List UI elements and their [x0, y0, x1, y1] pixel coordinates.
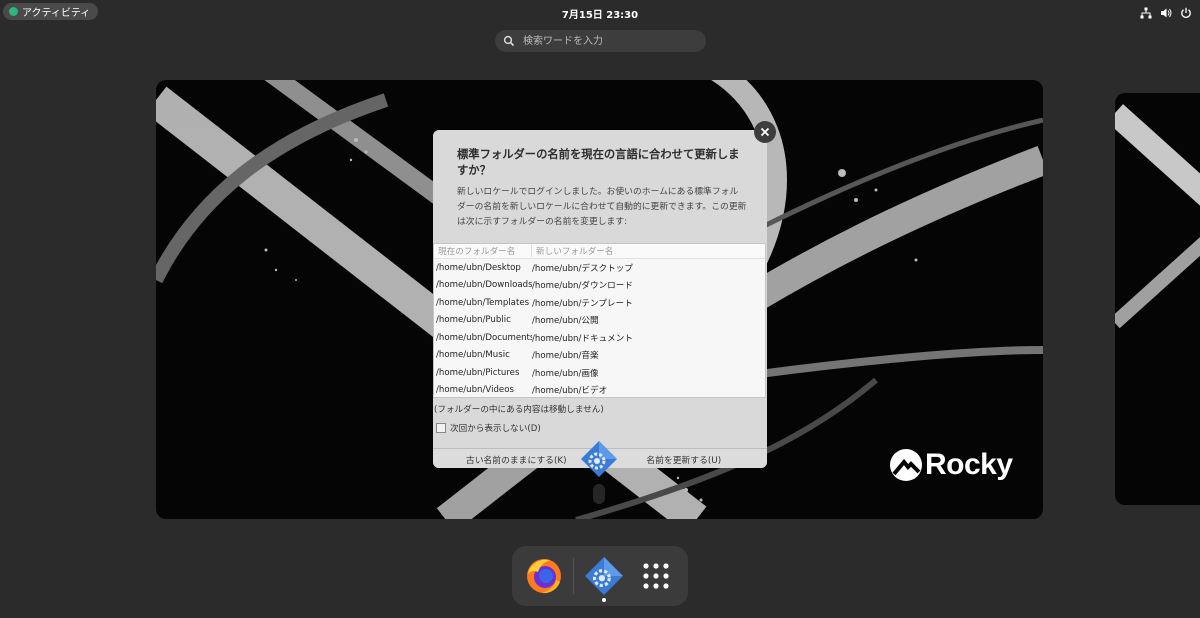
- search-input[interactable]: [521, 34, 695, 48]
- current-folder-cell: /home/ubn/Pictures: [436, 367, 520, 378]
- checkbox-label: 次回から表示しない(D): [450, 424, 541, 434]
- table-row[interactable]: /home/ubn/Public/home/ubn/公開: [434, 312, 765, 330]
- running-indicator: [602, 598, 606, 602]
- table-row[interactable]: /home/ubn/Templates/home/ubn/テンプレート: [434, 294, 765, 312]
- current-folder-cell: /home/ubn/Desktop: [436, 262, 521, 273]
- new-folder-cell: /home/ubn/デスクトップ: [532, 263, 633, 274]
- top-bar: アクティビティ 7月15日 23:30: [0, 0, 1200, 24]
- rename-folders-dialog: 標準フォルダーの名前を現在の言語に合わせて更新しますか？ 新しいロケールでログイ…: [433, 130, 767, 468]
- dont-show-again-checkbox[interactable]: 次回から表示しない(D): [436, 422, 541, 434]
- new-folder-cell: /home/ubn/音楽: [532, 351, 599, 362]
- table-row[interactable]: /home/ubn/Documents/home/ubn/ドキュメント: [434, 329, 765, 347]
- table-row[interactable]: /home/ubn/Videos/home/ubn/ビデオ: [434, 382, 765, 398]
- new-folder-cell: /home/ubn/ドキュメント: [532, 333, 633, 344]
- dialog-body: 新しいロケールでログインしました。お使いのホームにある標準フォルダーの名前を新し…: [457, 187, 747, 227]
- settings-app-badge-icon: [581, 441, 617, 477]
- column-header-new[interactable]: 新しいフォルダー名: [532, 245, 613, 257]
- current-folder-cell: /home/ubn/Documents: [436, 332, 532, 343]
- settings-app-icon[interactable]: [584, 556, 624, 596]
- workspace-thumbnail-next[interactable]: [1115, 93, 1200, 505]
- table-row[interactable]: /home/ubn/Desktop/home/ubn/デスクトップ: [434, 259, 765, 277]
- close-window-button[interactable]: [754, 121, 776, 143]
- firefox-icon[interactable]: [524, 556, 564, 596]
- current-folder-cell: /home/ubn/Music: [436, 350, 510, 361]
- rocky-logo-text: Rocky: [925, 448, 1013, 481]
- search-icon: [503, 35, 515, 47]
- current-folder-cell: /home/ubn/Templates: [436, 297, 530, 308]
- rocky-mountain-icon: [890, 449, 922, 481]
- network-icon[interactable]: [1140, 4, 1152, 19]
- current-folder-cell: /home/ubn/Downloads: [436, 280, 532, 291]
- close-icon: [760, 127, 770, 137]
- table-row[interactable]: /home/ubn/Downloads/home/ubn/ダウンロード: [434, 277, 765, 295]
- dock-separator: [573, 558, 574, 594]
- current-folder-cell: /home/ubn/Videos: [436, 385, 514, 396]
- dialog-title: 標準フォルダーの名前を現在の言語に合わせて更新しますか？: [457, 148, 740, 177]
- new-folder-cell: /home/ubn/公開: [532, 316, 599, 327]
- dock: [512, 546, 688, 606]
- table-row[interactable]: /home/ubn/Pictures/home/ubn/画像: [434, 364, 765, 382]
- search-box[interactable]: [495, 30, 706, 52]
- system-tray[interactable]: [1140, 4, 1192, 19]
- update-names-button[interactable]: 名前を更新する(U): [599, 449, 767, 468]
- wallpaper-image: [1115, 104, 1200, 329]
- table-row[interactable]: /home/ubn/Music/home/ubn/音楽: [434, 347, 765, 365]
- new-folder-cell: /home/ubn/画像: [532, 368, 599, 379]
- current-folder-cell: /home/ubn/Public: [436, 315, 511, 326]
- workspace-scroll-indicator[interactable]: [593, 484, 605, 504]
- keep-old-names-button[interactable]: 古い名前のままにする(K): [433, 449, 600, 468]
- power-icon[interactable]: [1180, 4, 1192, 18]
- new-folder-cell: /home/ubn/ビデオ: [532, 386, 608, 397]
- column-header-current[interactable]: 現在のフォルダー名: [434, 245, 532, 257]
- volume-icon[interactable]: [1160, 4, 1172, 18]
- rocky-logo: Rocky: [889, 448, 1013, 482]
- new-folder-cell: /home/ubn/ダウンロード: [532, 281, 633, 292]
- checkbox-box[interactable]: [436, 423, 446, 433]
- clock[interactable]: 7月15日 23:30: [0, 6, 1200, 21]
- new-folder-cell: /home/ubn/テンプレート: [532, 298, 633, 309]
- app-grid-icon[interactable]: [636, 556, 676, 596]
- dialog-note: (フォルダーの中にある内容は移動しません): [434, 405, 604, 415]
- table-header: 現在のフォルダー名 新しいフォルダー名: [434, 244, 765, 259]
- folder-table[interactable]: 現在のフォルダー名 新しいフォルダー名 /home/ubn/Desktop/ho…: [433, 243, 766, 398]
